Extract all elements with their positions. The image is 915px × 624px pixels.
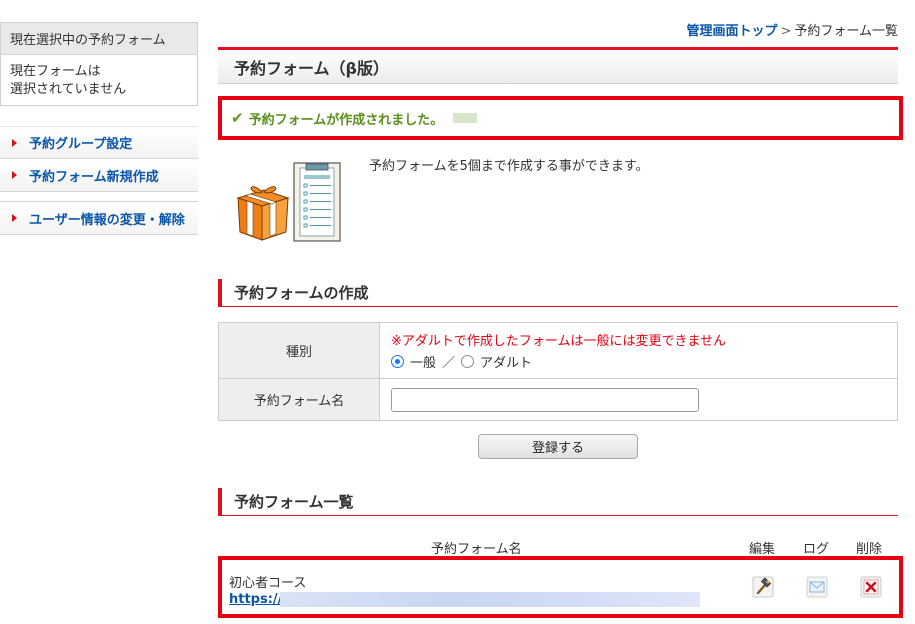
- radio-adult-label[interactable]: アダルト: [480, 352, 532, 371]
- current-form-status-line1: 現在フォームは: [10, 64, 101, 79]
- sidebar-nav: 予約グループ設定 予約フォーム新規作成 ユーザー情報の変更・解除: [0, 126, 198, 235]
- delete-x-icon[interactable]: [860, 576, 882, 598]
- type-label: 種別: [218, 322, 380, 379]
- sidebar-item-user-info[interactable]: ユーザー情報の変更・解除: [0, 202, 198, 235]
- current-form-status: 現在フォームは 選択されていません: [1, 55, 197, 105]
- form-name-input[interactable]: [391, 387, 699, 412]
- check-icon: ✔: [231, 109, 244, 127]
- column-header-delete: 削除: [856, 542, 883, 557]
- breadcrumb-home-link[interactable]: 管理画面トップ: [686, 24, 777, 39]
- column-header-log: ログ: [803, 542, 830, 557]
- triangle-right-icon: [12, 138, 17, 147]
- breadcrumb-current: 予約フォーム一覧: [794, 24, 898, 39]
- sidebar-item-group-settings[interactable]: 予約グループ設定: [0, 126, 198, 159]
- radio-adult[interactable]: [461, 355, 475, 368]
- sidebar-item-label: 予約グループ設定: [29, 137, 133, 152]
- current-form-box: 現在選択中の予約フォーム 現在フォームは 選択されていません: [0, 22, 198, 106]
- intro-text: 予約フォームを5個まで作成する事ができます。: [369, 159, 649, 174]
- name-row: 予約フォーム名: [218, 378, 898, 421]
- type-cell: ※アダルトで作成したフォームは一般には変更できません 一般 ／ アダルト: [379, 322, 898, 379]
- redacted-url: [280, 592, 700, 607]
- current-form-status-line2: 選択されていません: [10, 82, 127, 97]
- list-section-heading: 予約フォーム一覧: [218, 488, 898, 516]
- radio-general[interactable]: [391, 355, 404, 368]
- page-title: 予約フォーム（β版）: [218, 47, 898, 84]
- list-header: 予約フォーム名 編集 ログ 削除: [218, 536, 898, 557]
- current-form-heading: 現在選択中の予約フォーム: [1, 23, 197, 55]
- sidebar: 現在選択中の予約フォーム 現在フォームは 選択されていません 予約グループ設定 …: [0, 22, 198, 235]
- sidebar-item-new-form[interactable]: 予約フォーム新規作成: [0, 159, 198, 192]
- radio-separator: ／: [442, 356, 456, 371]
- type-row: 種別 ※アダルトで作成したフォームは一般には変更できません 一般 ／ アダルト: [218, 322, 898, 379]
- form-row-name: 初心者コース: [229, 576, 307, 591]
- adult-warning: ※アダルトで作成したフォームは一般には変更できません: [391, 334, 727, 349]
- redacted-mark: [453, 113, 478, 123]
- form-name-label: 予約フォーム名: [218, 378, 380, 421]
- triangle-right-icon: [12, 214, 17, 222]
- table-row: 初心者コース https://: [218, 556, 903, 618]
- hammer-icon[interactable]: [752, 576, 774, 598]
- success-message-text: 予約フォームが作成されました。: [248, 112, 444, 128]
- type-radio-group: 一般 ／ アダルト: [391, 352, 897, 371]
- column-header-edit: 編集: [749, 542, 776, 557]
- sidebar-item-label: ユーザー情報の変更・解除: [29, 212, 185, 228]
- breadcrumb-separator: >: [780, 24, 792, 39]
- gift-clipboard-icon: [236, 162, 341, 242]
- mail-icon[interactable]: [806, 576, 828, 598]
- triangle-right-icon: [12, 171, 17, 179]
- column-header-name: 予約フォーム名: [431, 542, 522, 557]
- breadcrumb: 管理画面トップ > 予約フォーム一覧: [686, 20, 898, 39]
- sidebar-divider: [0, 192, 198, 202]
- sidebar-item-label: 予約フォーム新規作成: [29, 169, 159, 185]
- success-message: ✔ 予約フォームが作成されました。: [218, 96, 903, 140]
- radio-general-label[interactable]: 一般: [410, 352, 436, 371]
- intro-section: 予約フォームを5個まで作成する事ができます。: [218, 152, 898, 252]
- create-form-table: 種別 ※アダルトで作成したフォームは一般には変更できません 一般 ／ アダルト …: [218, 322, 898, 421]
- form-name-cell: [379, 378, 898, 421]
- form-row-url-link[interactable]: https://: [229, 592, 282, 607]
- create-section-heading: 予約フォームの作成: [218, 279, 898, 307]
- register-button[interactable]: 登録する: [478, 434, 638, 459]
